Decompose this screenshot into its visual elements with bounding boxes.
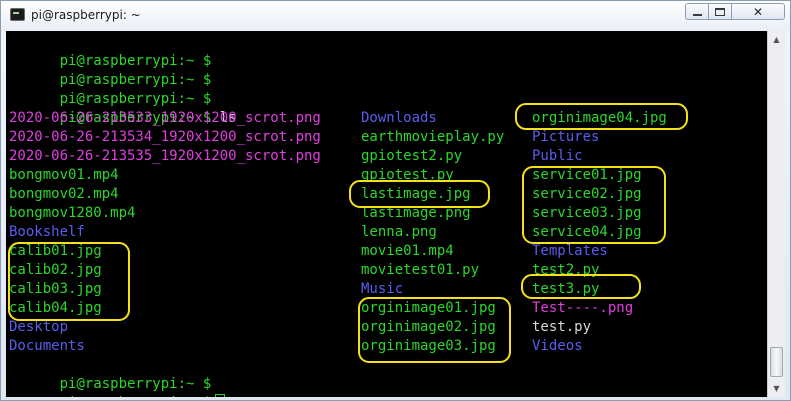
- highlight-orginimage-files: [358, 297, 511, 363]
- file-entry: 2020-06-26-213535_1920x1200_scrot.png: [9, 148, 321, 164]
- file-entry: Test----.png: [532, 300, 634, 316]
- text-cursor: [215, 394, 226, 397]
- scroll-down-icon[interactable]: ▼: [768, 380, 785, 397]
- command-line: pi@raspberrypi:~ $ ls: [9, 90, 237, 126]
- directory-entry: Documents: [9, 338, 85, 354]
- terminal-output[interactable]: pi@raspberrypi:~ $ pi@raspberrypi:~ $ pi…: [6, 31, 767, 397]
- maximize-icon: [715, 7, 725, 16]
- close-icon: ✕: [752, 4, 764, 19]
- minimize-button[interactable]: [685, 3, 709, 20]
- highlight-service-files: [522, 166, 666, 244]
- file-entry: bongmov01.mp4: [9, 167, 119, 183]
- active-prompt-line: pi@raspberrypi:~ $: [9, 375, 226, 397]
- file-entry: lenna.png: [361, 224, 437, 240]
- directory-entry: Videos: [532, 338, 583, 354]
- close-button[interactable]: ✕: [731, 3, 785, 20]
- title-bar[interactable]: pi@raspberrypi: ~ ✕: [1, 1, 790, 31]
- highlight-test3: [521, 274, 641, 299]
- file-entry: 2020-06-26-213533_1920x1200_scrot.png: [9, 110, 321, 126]
- prompt-text: pi@raspberrypi:~ $: [60, 395, 212, 397]
- directory-entry: Downloads: [361, 110, 437, 126]
- directory-entry: Pictures: [532, 129, 600, 145]
- file-entry: bongmov1280.mp4: [9, 205, 136, 221]
- file-entry: movietest01.py: [361, 262, 480, 278]
- highlight-calib-files: [8, 242, 130, 321]
- file-entry: 2020-06-26-213534_1920x1200_scrot.png: [9, 129, 321, 145]
- prompt-line: pi@raspberrypi:~ $: [9, 52, 212, 88]
- terminal-app-icon: [10, 8, 25, 21]
- window-title: pi@raspberrypi: ~: [31, 8, 141, 22]
- prompt-line: pi@raspberrypi:~ $: [9, 71, 212, 107]
- directory-entry: Public: [532, 148, 583, 164]
- file-entry: gpiotest2.py: [361, 148, 463, 164]
- maximize-button[interactable]: [708, 3, 732, 20]
- prompt-line: pi@raspberrypi:~ $: [9, 356, 212, 392]
- scrollbar-thumb[interactable]: [770, 347, 783, 377]
- terminal-window: pi@raspberrypi: ~ ✕ pi@raspberrypi:~ $ p…: [0, 0, 791, 401]
- minimize-icon: [692, 13, 702, 16]
- file-entry: test.py: [532, 319, 592, 335]
- directory-entry: Templates: [532, 243, 608, 259]
- file-entry: earthmovieplay.py: [361, 129, 505, 145]
- highlight-lastimage: [349, 180, 490, 208]
- directory-entry: Bookshelf: [9, 224, 85, 240]
- prompt-line: pi@raspberrypi:~ $: [9, 33, 212, 69]
- highlight-orginimage04: [515, 103, 688, 130]
- vertical-scrollbar[interactable]: ▲ ▼: [767, 31, 785, 397]
- file-entry: movie01.mp4: [361, 243, 454, 259]
- file-entry: bongmov02.mp4: [9, 186, 119, 202]
- scroll-up-icon[interactable]: ▲: [768, 31, 785, 48]
